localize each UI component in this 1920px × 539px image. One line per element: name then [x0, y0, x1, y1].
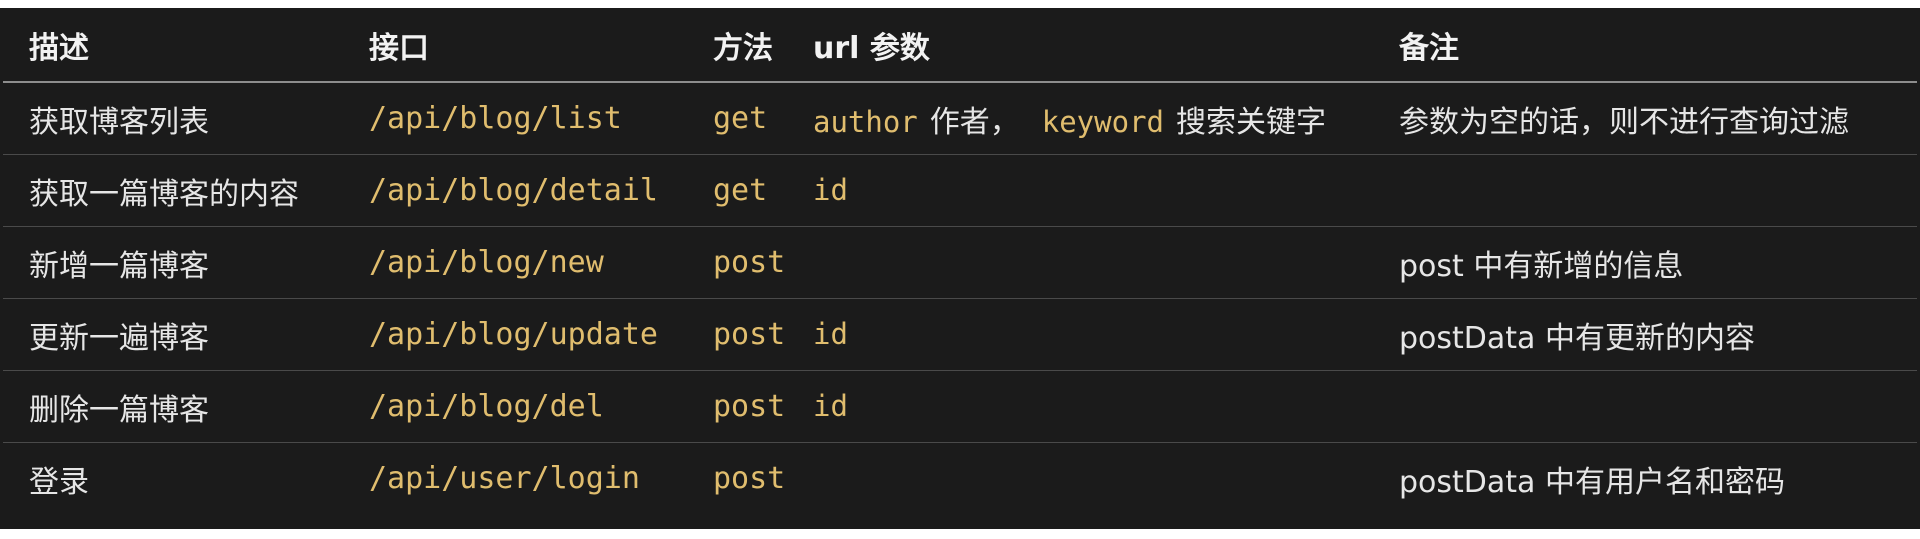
cell-endpoint: /api/blog/del [341, 370, 693, 443]
cell-endpoint: /api/blog/detail [341, 154, 693, 227]
table-row: 删除一篇博客 /api/blog/del post id [3, 370, 1917, 443]
cell-endpoint: /api/blog/list [341, 82, 693, 155]
cell-url-params [813, 226, 1386, 299]
header-endpoint: 接口 [341, 8, 693, 83]
cell-method: get [693, 82, 813, 155]
cell-note: post 中有新增的信息 [1386, 226, 1917, 299]
cell-note: postData 中有更新的内容 [1386, 298, 1917, 371]
cell-method: post [693, 370, 813, 443]
header-url-params: url 参数 [813, 8, 1386, 83]
cell-endpoint: /api/blog/new [341, 226, 693, 299]
cell-description: 获取博客列表 [3, 82, 341, 155]
param-name: id [813, 317, 848, 351]
api-table-panel: 描述 接口 方法 url 参数 备注 获取博客列表 /api/blog/list… [0, 8, 1920, 529]
table-row: 获取一篇博客的内容 /api/blog/detail get id [3, 154, 1917, 227]
cell-endpoint: /api/user/login [369, 461, 640, 496]
table-row: 获取博客列表 /api/blog/list get author 作者， keywo… [3, 82, 1917, 155]
cell-url-params: id [813, 154, 1386, 227]
header-note: 备注 [1386, 8, 1917, 83]
cell-url-params: id [813, 298, 1386, 371]
cell-note: 参数为空的话，则不进行查询过滤 [1386, 82, 1917, 155]
table-row: 更新一遍博客 /api/blog/update post id postData… [3, 298, 1917, 371]
cell-note [1386, 154, 1917, 227]
table-row: 新增一篇博客 /api/blog/new post post 中有新增的信息 [3, 226, 1917, 299]
cell-method: post [693, 298, 813, 371]
cell-description: 更新一遍博客 [3, 298, 341, 371]
param-name: author [813, 104, 918, 139]
cell-method: post [713, 461, 786, 496]
cell-method: post [693, 226, 813, 299]
param-description: 作者， [929, 104, 1020, 140]
cell-url-params: id [813, 370, 1386, 443]
param-name: id [813, 173, 848, 207]
header-description: 描述 [3, 8, 341, 83]
cell-description: 新增一篇博客 [3, 226, 341, 299]
api-table: 描述 接口 方法 url 参数 备注 获取博客列表 /api/blog/list… [3, 8, 1917, 514]
table-row: 登录 /api/user/login post postData 中有用户名和密… [3, 443, 1917, 515]
cell-url-params: author 作者， keyword 搜索关键字 [813, 82, 1386, 155]
param-name: keyword [1041, 104, 1164, 139]
cell-description: 登录 [29, 464, 89, 500]
cell-endpoint: /api/blog/update [341, 298, 693, 371]
cell-note [1386, 370, 1917, 443]
cell-note: postData 中有用户名和密码 [1399, 464, 1785, 500]
param-description: 搜索关键字 [1175, 104, 1326, 140]
cell-method: get [693, 154, 813, 227]
table-header-row: 描述 接口 方法 url 参数 备注 [3, 8, 1917, 83]
cell-description: 删除一篇博客 [3, 370, 341, 443]
cell-description: 获取一篇博客的内容 [3, 154, 341, 227]
param-name: id [813, 389, 848, 423]
cell-url-params [813, 443, 1386, 515]
header-method: 方法 [693, 8, 813, 83]
